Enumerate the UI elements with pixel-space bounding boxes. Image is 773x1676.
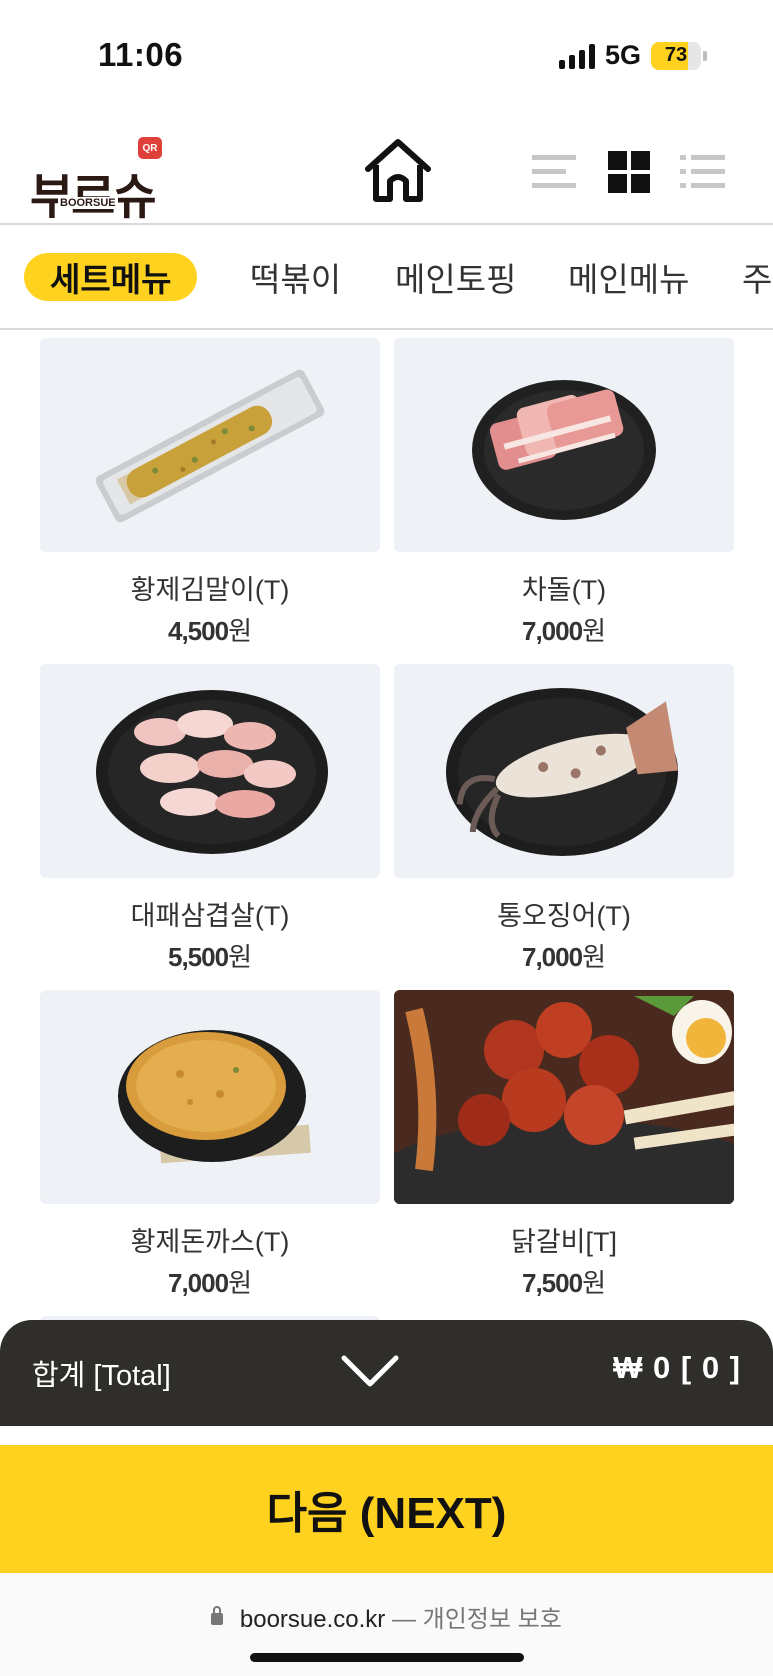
price-unit: 원 [582, 1268, 606, 1298]
price-unit: 원 [228, 942, 252, 972]
battery-icon: 73 [651, 41, 701, 70]
product-image [394, 990, 734, 1204]
total-label: 합계 [Total] [32, 1360, 171, 1392]
home-icon[interactable] [360, 133, 436, 209]
privacy-label: — 개인정보 보호 [391, 1606, 562, 1633]
battery-tip [703, 50, 707, 61]
price-unit: 원 [582, 616, 606, 646]
next-button[interactable]: 다음 (NEXT) [0, 1445, 773, 1573]
dotted-list-view-icon[interactable] [680, 151, 726, 193]
price-value: 7,000 [522, 616, 583, 646]
product-name: 통오징어(T) [497, 901, 631, 931]
price-value: 7,500 [522, 1268, 583, 1298]
product-name: 황제김말이(T) [130, 575, 290, 605]
status-bar: 11:06 5G 73 [0, 0, 773, 115]
total-amount: ₩ 0 [ 0 ] [613, 1350, 741, 1385]
home-indicator[interactable] [250, 1653, 524, 1662]
category-tabs: 세트메뉴 떡볶이 메인토핑 메인메뉴 주 [0, 227, 773, 330]
status-indicators: 5G 73 [558, 40, 707, 71]
tab-main-topping[interactable]: 메인토핑 [395, 253, 516, 301]
price-value: 7,000 [522, 942, 583, 972]
brand-logo[interactable]: 부르슈 BOORSUE QR [30, 137, 170, 225]
logo-subtext: BOORSUE [58, 197, 118, 209]
product-grid: 황제김말이(T) 4,500원 차돌(T) 7,000원 대패삼겹살(T) 5,… [0, 330, 773, 1320]
product-card[interactable]: 통오징어(T) 7,000원 [394, 664, 734, 974]
product-price: 7,000원 [394, 937, 734, 974]
price-unit: 원 [582, 942, 606, 972]
lock-icon [211, 1605, 224, 1625]
battery-level: 73 [664, 44, 688, 66]
price-unit: 원 [228, 1268, 252, 1298]
product-card[interactable]: 황제돈까스(T) 7,000원 [40, 990, 380, 1300]
product-name: 닭갈비[T] [510, 1227, 617, 1257]
network-label: 5G [604, 40, 641, 70]
product-image [40, 338, 380, 552]
product-image [394, 338, 734, 552]
product-name: 황제돈까스(T) [130, 1227, 290, 1257]
price-value: 7,000 [168, 1268, 229, 1298]
product-image [394, 664, 734, 878]
tab-set-menu[interactable]: 세트메뉴 [24, 253, 198, 301]
product-image [40, 990, 380, 1204]
product-image [40, 664, 380, 878]
header: 부르슈 BOORSUE QR [0, 115, 773, 225]
product-price: 7,000원 [40, 1263, 380, 1300]
product-price: 7,000원 [394, 611, 734, 648]
product-name: 차돌(T) [521, 575, 607, 605]
logo-text: 부르슈 [30, 157, 156, 227]
price-unit: 원 [228, 616, 252, 646]
tab-main-menu[interactable]: 메인메뉴 [568, 253, 689, 301]
product-price: 4,500원 [40, 611, 380, 648]
product-price: 5,500원 [40, 937, 380, 974]
status-time: 11:06 [98, 36, 184, 73]
tab-next-partial[interactable]: 주 [742, 253, 772, 301]
url-content: boorsue.co.kr — 개인정보 보호 [0, 1599, 773, 1634]
product-card[interactable]: 차돌(T) 7,000원 [394, 338, 734, 648]
product-card[interactable]: 닭갈비[T] 7,500원 [394, 990, 734, 1300]
product-card[interactable]: 황제김말이(T) 4,500원 [40, 338, 380, 648]
grid-view-icon[interactable] [606, 151, 652, 193]
product-name: 대패삼겹살(T) [130, 901, 290, 931]
cart-total-bar[interactable]: 합계 [Total] ₩ 0 [ 0 ] [0, 1320, 773, 1426]
price-value: 5,500 [168, 942, 229, 972]
price-value: 4,500 [168, 616, 229, 646]
url-domain: boorsue.co.kr [239, 1606, 386, 1633]
product-price: 7,500원 [394, 1263, 734, 1300]
product-card[interactable]: 대패삼겹살(T) 5,500원 [40, 664, 380, 974]
chevron-down-icon[interactable] [340, 1346, 400, 1396]
list-view-icon[interactable] [532, 151, 578, 193]
browser-url-bar[interactable]: boorsue.co.kr — 개인정보 보호 [0, 1573, 773, 1676]
qr-badge: QR [138, 137, 162, 159]
tab-tteokbokki[interactable]: 떡볶이 [250, 253, 341, 301]
signal-icon [558, 43, 595, 69]
